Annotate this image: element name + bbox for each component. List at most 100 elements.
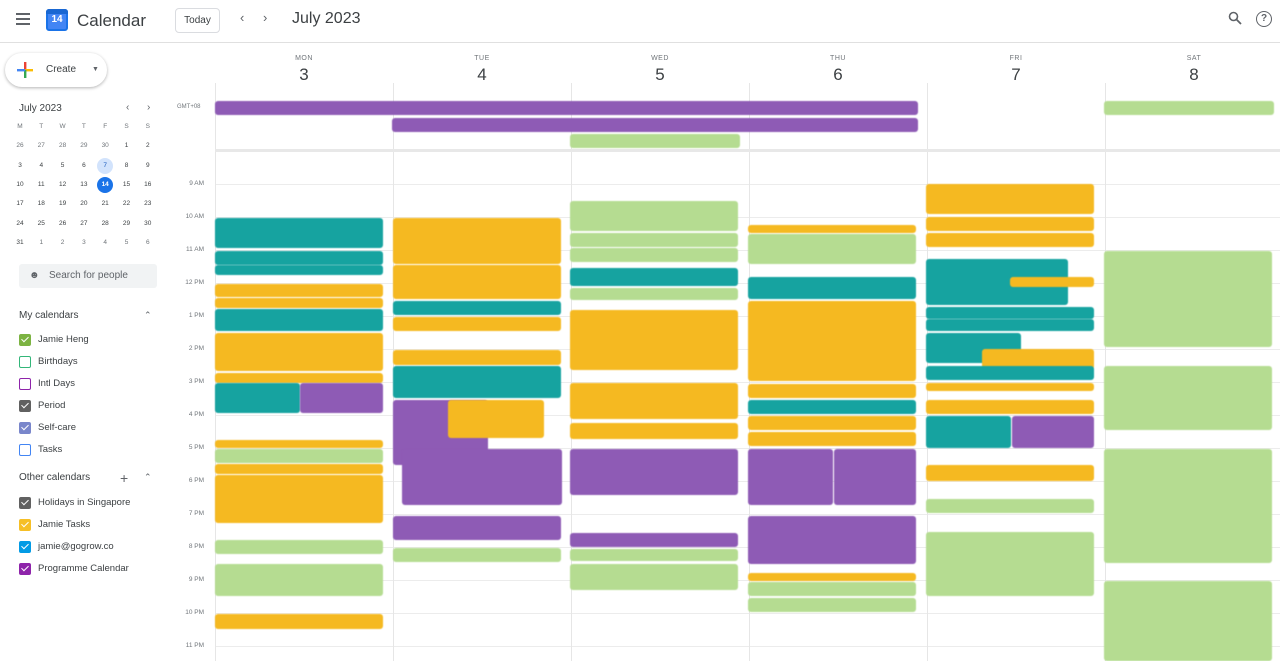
calendar-event[interactable] (570, 268, 738, 286)
other-calendars-heading[interactable]: Other calendars (19, 472, 90, 483)
calendar-event[interactable] (834, 449, 916, 505)
calendar-event[interactable] (215, 614, 383, 629)
search-people-input[interactable]: ☻ Search for people (19, 264, 157, 288)
mini-day[interactable]: 10 (12, 177, 28, 193)
checkbox[interactable] (19, 444, 31, 456)
calendar-event[interactable] (393, 301, 561, 315)
mini-day[interactable]: 2 (55, 235, 71, 251)
chevron-up-icon[interactable]: ⌃ (144, 472, 152, 483)
mini-day[interactable]: 6 (140, 235, 156, 251)
mini-day[interactable]: 12 (55, 177, 71, 193)
day-header[interactable]: THU 6 (749, 43, 927, 85)
mini-day[interactable]: 11 (33, 177, 49, 193)
today-button[interactable]: Today (175, 8, 220, 33)
calendar-event[interactable] (215, 284, 383, 297)
calendar-event[interactable] (393, 516, 561, 540)
mini-day[interactable]: 22 (119, 196, 135, 212)
calendar-event[interactable] (570, 310, 738, 370)
mini-day[interactable]: 31 (12, 235, 28, 251)
checkbox[interactable] (19, 356, 31, 368)
calendar-event[interactable] (570, 134, 740, 148)
calendar-event[interactable] (215, 564, 383, 596)
checkbox[interactable] (19, 334, 31, 346)
checkbox[interactable] (19, 378, 31, 390)
checkbox[interactable] (19, 400, 31, 412)
calendar-event[interactable] (748, 234, 916, 264)
mini-day[interactable]: 3 (12, 158, 28, 174)
day-header[interactable]: WED 5 (571, 43, 749, 85)
menu-icon[interactable] (16, 13, 30, 25)
calendar-event[interactable] (215, 251, 383, 265)
calendar-event[interactable] (570, 564, 738, 590)
checkbox[interactable] (19, 497, 31, 509)
mini-day[interactable]: 2 (140, 138, 156, 154)
calendar-event[interactable] (392, 118, 918, 132)
calendar-event[interactable] (570, 201, 738, 231)
calendar-event[interactable] (570, 449, 738, 495)
mini-day[interactable]: 14 (97, 176, 114, 193)
mini-prev-icon[interactable]: ‹ (126, 102, 129, 113)
mini-day[interactable]: 27 (33, 138, 49, 154)
calendar-event[interactable] (393, 366, 561, 398)
calendar-event[interactable] (748, 516, 916, 564)
help-icon[interactable]: ? (1256, 11, 1272, 27)
mini-day[interactable]: 30 (97, 138, 113, 154)
calendar-event[interactable] (393, 317, 561, 331)
day-number[interactable]: 4 (393, 65, 571, 85)
add-calendar-icon[interactable]: + (120, 470, 128, 486)
calendar-event[interactable] (215, 298, 383, 308)
checkbox[interactable] (19, 519, 31, 531)
calendar-event[interactable] (215, 309, 383, 331)
calendar-event[interactable] (926, 400, 1094, 414)
mini-day[interactable]: 26 (12, 138, 28, 154)
calendar-event[interactable] (926, 465, 1094, 481)
calendar-event[interactable] (393, 548, 561, 562)
calendar-event[interactable] (1104, 101, 1274, 115)
mini-day[interactable]: 20 (76, 196, 92, 212)
calendar-event[interactable] (748, 384, 916, 398)
calendar-event[interactable] (1012, 416, 1094, 448)
calendar-event[interactable] (570, 549, 738, 561)
calendar-event[interactable] (215, 373, 383, 383)
calendar-event[interactable] (570, 233, 738, 247)
mini-day[interactable]: 26 (55, 216, 71, 232)
mini-day[interactable]: 23 (140, 196, 156, 212)
day-header[interactable]: TUE 4 (393, 43, 571, 85)
calendar-event[interactable] (748, 582, 916, 596)
calendar-event[interactable] (570, 288, 738, 300)
mini-day[interactable]: 5 (119, 235, 135, 251)
create-button[interactable]: Create ▼ (5, 53, 107, 87)
mini-day[interactable]: 6 (76, 158, 92, 174)
day-number[interactable]: 6 (749, 65, 927, 85)
calendar-event[interactable] (215, 464, 383, 474)
chevron-left-icon[interactable]: ‹ (240, 10, 244, 25)
day-header[interactable]: SAT 8 (1105, 43, 1280, 85)
calendar-event[interactable] (748, 598, 916, 612)
day-number[interactable]: 7 (927, 65, 1105, 85)
calendar-event[interactable] (393, 218, 561, 264)
mini-day[interactable]: 19 (55, 196, 71, 212)
calendar-event[interactable] (215, 383, 300, 413)
checkbox[interactable] (19, 541, 31, 553)
chevron-right-icon[interactable]: › (263, 10, 267, 25)
mini-day[interactable]: 24 (12, 216, 28, 232)
calendar-event[interactable] (748, 277, 916, 299)
mini-day[interactable]: 15 (119, 177, 135, 193)
calendar-event[interactable] (215, 265, 383, 275)
mini-next-icon[interactable]: › (147, 102, 150, 113)
mini-day[interactable]: 17 (12, 196, 28, 212)
day-number[interactable]: 5 (571, 65, 749, 85)
calendar-event[interactable] (1104, 581, 1272, 661)
calendar-event[interactable] (570, 423, 738, 439)
mini-day[interactable]: 28 (97, 216, 113, 232)
mini-day[interactable]: 1 (119, 138, 135, 154)
calendar-event[interactable] (215, 101, 918, 115)
mini-day[interactable]: 30 (140, 216, 156, 232)
mini-day[interactable]: 18 (33, 196, 49, 212)
calendar-event[interactable] (926, 366, 1094, 380)
mini-day[interactable]: 16 (140, 177, 156, 193)
chevron-up-icon[interactable]: ⌃ (144, 310, 152, 321)
calendar-event[interactable] (926, 184, 1094, 214)
calendar-event[interactable] (1010, 277, 1094, 287)
calendar-event[interactable] (926, 499, 1094, 513)
